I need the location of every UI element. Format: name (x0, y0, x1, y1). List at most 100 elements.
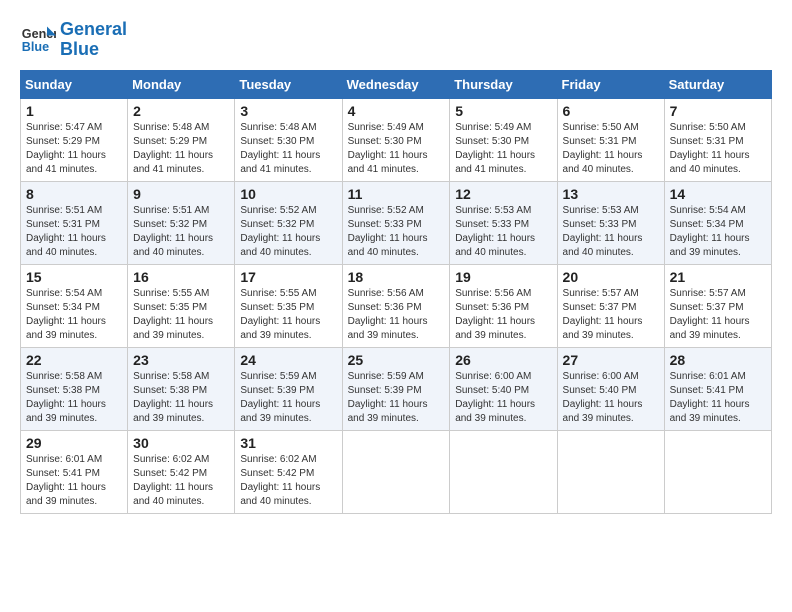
calendar-cell: 17 Sunrise: 5:55 AM Sunset: 5:35 PM Dayli… (235, 264, 342, 347)
day-info: Sunrise: 5:53 AM Sunset: 5:33 PM Dayligh… (455, 204, 551, 260)
calendar-cell (342, 430, 450, 513)
calendar-cell (664, 430, 771, 513)
day-of-week-header: Sunday (21, 70, 128, 98)
day-of-week-header: Friday (557, 70, 664, 98)
calendar-cell: 6 Sunrise: 5:50 AM Sunset: 5:31 PM Daylig… (557, 98, 664, 181)
calendar-week-row: 29Sunrise: 6:01 AM Sunset: 5:41 PM Dayli… (21, 430, 772, 513)
day-info: Sunrise: 5:57 AM Sunset: 5:37 PM Dayligh… (563, 287, 659, 343)
day-number: 30 (133, 435, 229, 451)
calendar-cell: 3 Sunrise: 5:48 AM Sunset: 5:30 PM Daylig… (235, 98, 342, 181)
calendar-week-row: 8Sunrise: 5:51 AM Sunset: 5:31 PM Daylig… (21, 181, 772, 264)
calendar-cell: 13 Sunrise: 5:53 AM Sunset: 5:33 PM Dayli… (557, 181, 664, 264)
day-info: Sunrise: 6:02 AM Sunset: 5:42 PM Dayligh… (240, 453, 336, 509)
day-of-week-header: Thursday (450, 70, 557, 98)
day-number: 12 (455, 186, 551, 202)
calendar-cell: 7 Sunrise: 5:50 AM Sunset: 5:31 PM Daylig… (664, 98, 771, 181)
day-info: Sunrise: 5:48 AM Sunset: 5:29 PM Dayligh… (133, 121, 229, 177)
day-info: Sunrise: 5:57 AM Sunset: 5:37 PM Dayligh… (670, 287, 766, 343)
calendar-cell: 22Sunrise: 5:58 AM Sunset: 5:38 PM Dayli… (21, 347, 128, 430)
calendar-week-row: 22 Sunrise: 5:58 AM Sunset: 5:38 PM Dayli… (21, 347, 772, 430)
calendar-cell: 19 Sunrise: 5:56 AM Sunset: 5:36 PM Dayli… (450, 264, 557, 347)
day-number: 25 (348, 352, 445, 368)
day-number: 23 (133, 352, 229, 368)
day-number: 21 (670, 269, 766, 285)
calendar-week-row: 15 Sunrise: 5:54 AM Sunset: 5:34 PM Dayli… (21, 264, 772, 347)
calendar-cell: 21 Sunrise: 5:57 AM Sunset: 5:37 PM Dayli… (664, 264, 771, 347)
day-info: Sunrise: 6:01 AM Sunset: 5:41 PM Dayligh… (670, 370, 766, 426)
calendar-header-row: SundayMondayTuesdayWednesdayThursdayFrid… (21, 70, 772, 98)
day-info: Sunrise: 5:49 AM Sunset: 5:30 PM Dayligh… (455, 121, 551, 177)
day-number: 31 (240, 435, 336, 451)
day-info: Sunrise: 5:49 AM Sunset: 5:30 PM Dayligh… (348, 121, 445, 177)
day-number: 14 (670, 186, 766, 202)
day-number: 3 (240, 103, 336, 119)
day-number: 27 (563, 352, 659, 368)
day-number: 7 (670, 103, 766, 119)
day-number: 28 (670, 352, 766, 368)
day-info: Sunrise: 5:55 AM Sunset: 5:35 PM Dayligh… (240, 287, 336, 343)
day-number: 2 (133, 103, 229, 119)
day-number: 24 (240, 352, 336, 368)
calendar-cell: 11 Sunrise: 5:52 AM Sunset: 5:33 PM Dayli… (342, 181, 450, 264)
day-number: 13 (563, 186, 659, 202)
day-of-week-header: Wednesday (342, 70, 450, 98)
calendar-cell: 10 Sunrise: 5:52 AM Sunset: 5:32 PM Dayli… (235, 181, 342, 264)
day-number: 20 (563, 269, 659, 285)
calendar-cell: 30Sunrise: 6:02 AM Sunset: 5:42 PM Dayli… (128, 430, 235, 513)
day-info: Sunrise: 5:50 AM Sunset: 5:31 PM Dayligh… (563, 121, 659, 177)
day-number: 11 (348, 186, 445, 202)
calendar-cell: 15 Sunrise: 5:54 AM Sunset: 5:34 PM Dayli… (21, 264, 128, 347)
day-info: Sunrise: 5:56 AM Sunset: 5:36 PM Dayligh… (455, 287, 551, 343)
day-info: Sunrise: 5:47 AM Sunset: 5:29 PM Dayligh… (26, 121, 122, 177)
day-info: Sunrise: 5:52 AM Sunset: 5:33 PM Dayligh… (348, 204, 445, 260)
calendar-cell: 4 Sunrise: 5:49 AM Sunset: 5:30 PM Daylig… (342, 98, 450, 181)
calendar-cell: 31 Sunrise: 6:02 AM Sunset: 5:42 PM Dayli… (235, 430, 342, 513)
day-number: 26 (455, 352, 551, 368)
calendar-cell: 20 Sunrise: 5:57 AM Sunset: 5:37 PM Dayli… (557, 264, 664, 347)
day-of-week-header: Monday (128, 70, 235, 98)
day-number: 6 (563, 103, 659, 119)
day-number: 19 (455, 269, 551, 285)
calendar-table: SundayMondayTuesdayWednesdayThursdayFrid… (20, 70, 772, 514)
day-number: 4 (348, 103, 445, 119)
day-number: 17 (240, 269, 336, 285)
day-of-week-header: Tuesday (235, 70, 342, 98)
day-info: Sunrise: 6:00 AM Sunset: 5:40 PM Dayligh… (455, 370, 551, 426)
calendar-cell: 24 Sunrise: 5:59 AM Sunset: 5:39 PM Dayli… (235, 347, 342, 430)
day-number: 10 (240, 186, 336, 202)
day-info: Sunrise: 5:58 AM Sunset: 5:38 PM Dayligh… (133, 370, 229, 426)
calendar-cell: 29Sunrise: 6:01 AM Sunset: 5:41 PM Dayli… (21, 430, 128, 513)
day-info: Sunrise: 6:00 AM Sunset: 5:40 PM Dayligh… (563, 370, 659, 426)
day-number: 18 (348, 269, 445, 285)
day-number: 16 (133, 269, 229, 285)
calendar-cell: 14 Sunrise: 5:54 AM Sunset: 5:34 PM Dayli… (664, 181, 771, 264)
day-info: Sunrise: 5:56 AM Sunset: 5:36 PM Dayligh… (348, 287, 445, 343)
calendar-cell: 2 Sunrise: 5:48 AM Sunset: 5:29 PM Daylig… (128, 98, 235, 181)
day-info: Sunrise: 5:51 AM Sunset: 5:32 PM Dayligh… (133, 204, 229, 260)
calendar-cell: 16Sunrise: 5:55 AM Sunset: 5:35 PM Dayli… (128, 264, 235, 347)
header: General Blue GeneralBlue (20, 20, 772, 60)
day-info: Sunrise: 5:59 AM Sunset: 5:39 PM Dayligh… (348, 370, 445, 426)
logo-text: GeneralBlue (60, 20, 127, 60)
day-info: Sunrise: 5:48 AM Sunset: 5:30 PM Dayligh… (240, 121, 336, 177)
day-info: Sunrise: 6:01 AM Sunset: 5:41 PM Dayligh… (26, 453, 122, 509)
day-info: Sunrise: 5:59 AM Sunset: 5:39 PM Dayligh… (240, 370, 336, 426)
day-info: Sunrise: 5:53 AM Sunset: 5:33 PM Dayligh… (563, 204, 659, 260)
day-info: Sunrise: 5:54 AM Sunset: 5:34 PM Dayligh… (26, 287, 122, 343)
day-info: Sunrise: 5:50 AM Sunset: 5:31 PM Dayligh… (670, 121, 766, 177)
calendar-cell: 1 Sunrise: 5:47 AM Sunset: 5:29 PM Daylig… (21, 98, 128, 181)
day-number: 1 (26, 103, 122, 119)
calendar-cell: 8Sunrise: 5:51 AM Sunset: 5:31 PM Daylig… (21, 181, 128, 264)
calendar-cell: 12 Sunrise: 5:53 AM Sunset: 5:33 PM Dayli… (450, 181, 557, 264)
day-of-week-header: Saturday (664, 70, 771, 98)
calendar-cell: 18 Sunrise: 5:56 AM Sunset: 5:36 PM Dayli… (342, 264, 450, 347)
day-number: 15 (26, 269, 122, 285)
calendar-week-row: 1 Sunrise: 5:47 AM Sunset: 5:29 PM Daylig… (21, 98, 772, 181)
day-info: Sunrise: 5:54 AM Sunset: 5:34 PM Dayligh… (670, 204, 766, 260)
day-number: 9 (133, 186, 229, 202)
day-number: 8 (26, 186, 122, 202)
calendar-cell (450, 430, 557, 513)
day-info: Sunrise: 5:52 AM Sunset: 5:32 PM Dayligh… (240, 204, 336, 260)
calendar-cell (557, 430, 664, 513)
day-number: 22 (26, 352, 122, 368)
